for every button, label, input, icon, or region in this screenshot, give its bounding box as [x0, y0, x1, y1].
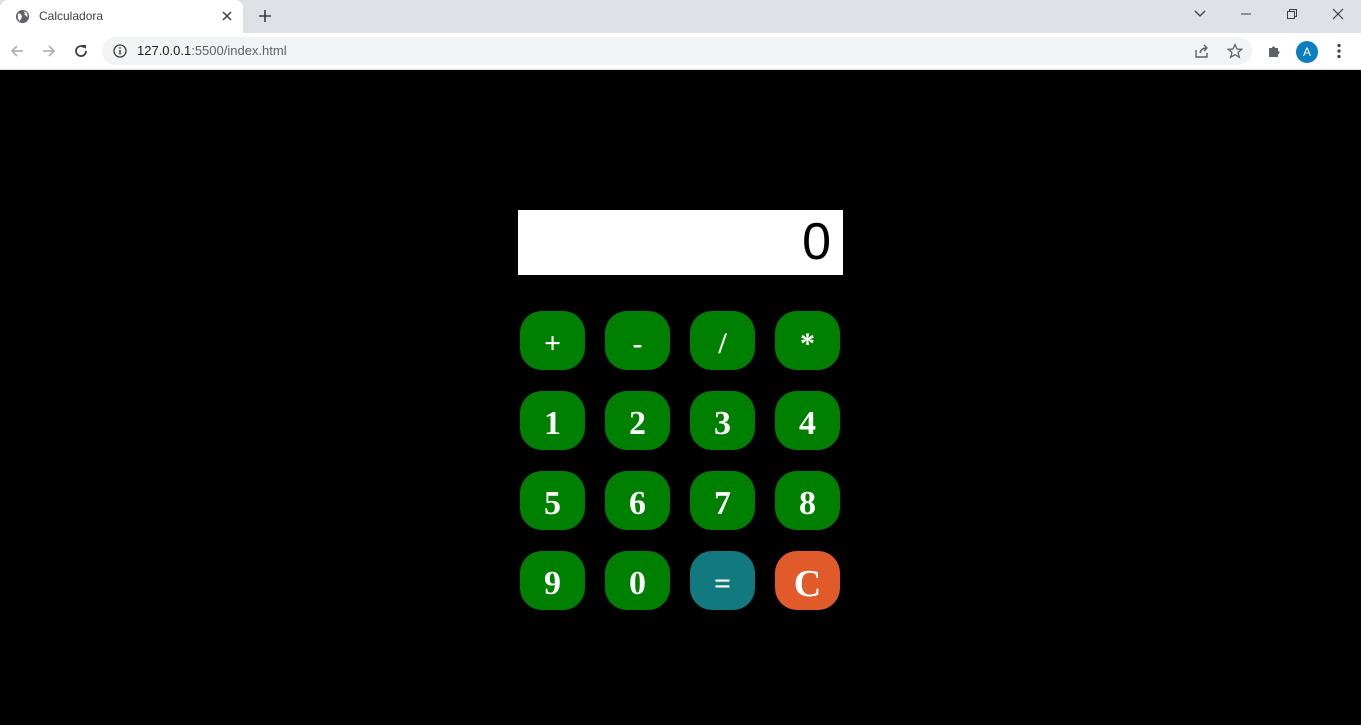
digit-9-button[interactable]: 9 [520, 551, 585, 610]
new-tab-icon[interactable] [255, 6, 275, 26]
tab-title: Calculadora [39, 9, 104, 23]
digit-6-button[interactable]: 6 [605, 471, 670, 530]
digit-5-button[interactable]: 5 [520, 471, 585, 530]
share-icon[interactable] [1193, 42, 1211, 60]
url-host: 127.0.0.1 [137, 43, 192, 58]
back-arrow-icon[interactable] [3, 37, 31, 65]
globe-icon [15, 9, 30, 24]
digit-3-button[interactable]: 3 [690, 391, 755, 450]
minimize-icon[interactable] [1223, 0, 1269, 28]
reload-icon[interactable] [67, 37, 95, 65]
extensions-puzzle-icon[interactable] [1260, 37, 1288, 65]
divide-button[interactable]: / [690, 311, 755, 370]
digit-1-button[interactable]: 1 [520, 391, 585, 450]
browser-toolbar: 127.0.0.1:5500/index.html A [0, 33, 1361, 70]
address-bar[interactable]: 127.0.0.1:5500/index.html [102, 37, 1252, 65]
tab-search-chevron-icon[interactable] [1177, 0, 1223, 28]
kebab-menu-icon[interactable] [1325, 37, 1353, 65]
profile-avatar[interactable]: A [1296, 41, 1318, 63]
page-content: 0 + - / * 1 2 3 4 5 6 7 8 9 0 = C [0, 70, 1361, 725]
site-info-icon[interactable] [113, 44, 127, 58]
browser-tab[interactable]: Calculadora [0, 0, 243, 33]
close-tab-icon[interactable] [219, 8, 235, 24]
minus-button[interactable]: - [605, 311, 670, 370]
multiply-button[interactable]: * [775, 311, 840, 370]
digit-8-button[interactable]: 8 [775, 471, 840, 530]
calculator-display: 0 [518, 210, 843, 275]
digit-2-button[interactable]: 2 [605, 391, 670, 450]
digit-4-button[interactable]: 4 [775, 391, 840, 450]
url-text[interactable]: 127.0.0.1:5500/index.html [137, 43, 287, 58]
tab-strip: Calculadora [0, 0, 1361, 33]
close-window-icon[interactable] [1315, 0, 1361, 28]
equals-button[interactable]: = [690, 551, 755, 610]
url-path: :5500/index.html [191, 43, 287, 58]
bookmark-star-icon[interactable] [1226, 42, 1244, 60]
plus-button[interactable]: + [520, 311, 585, 370]
digit-0-button[interactable]: 0 [605, 551, 670, 610]
digit-7-button[interactable]: 7 [690, 471, 755, 530]
restore-icon[interactable] [1269, 0, 1315, 28]
forward-arrow-icon[interactable] [35, 37, 63, 65]
clear-button[interactable]: C [775, 551, 840, 610]
